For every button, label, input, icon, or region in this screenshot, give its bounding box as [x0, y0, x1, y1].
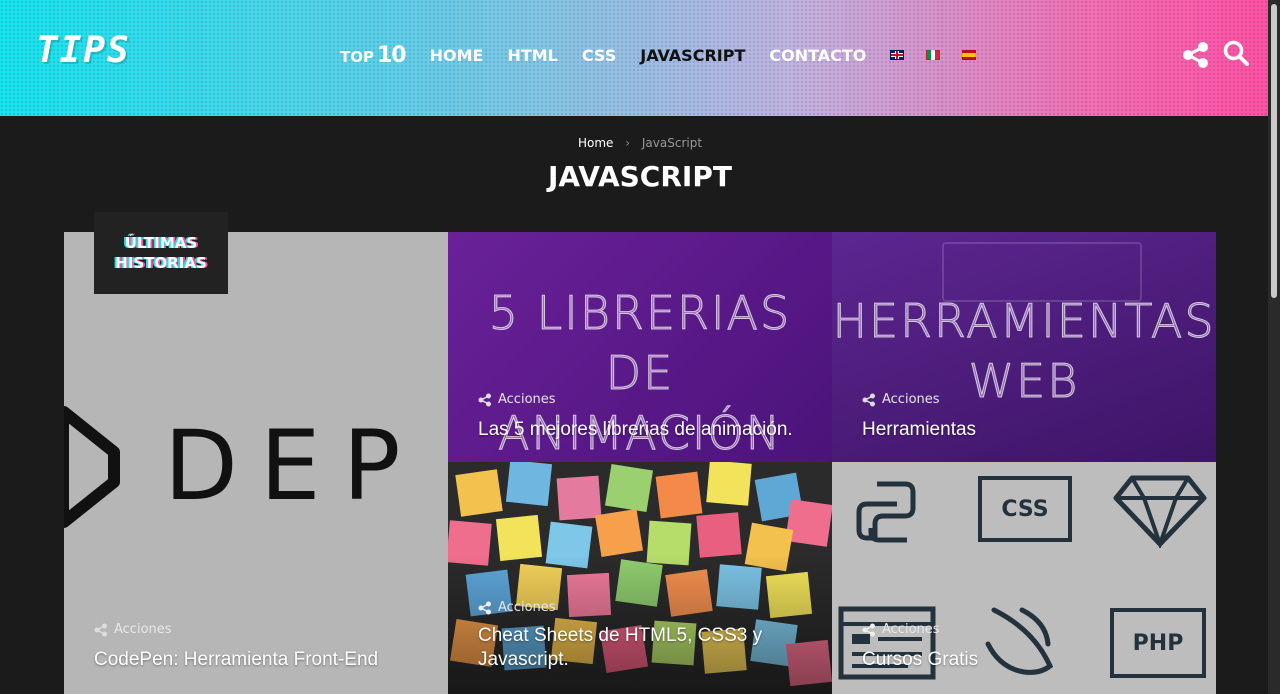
card-title[interactable]: CodePen: Herramienta Front-End — [94, 648, 418, 672]
posts-grid: DEP Acciones CodePen: Herramienta Front-… — [64, 232, 1216, 694]
share-icon — [862, 393, 875, 406]
share-icon[interactable] — [1181, 40, 1211, 70]
share-icon — [94, 623, 107, 636]
main-nav: TOP 10 HOME HTML CSS JAVASCRIPT CONTACTO — [340, 38, 998, 72]
post-card[interactable]: 5 LIBRERIAS DE ANIMACIÓN Acciones Las 5 … — [448, 232, 832, 462]
nav-item-home[interactable]: HOME — [430, 46, 484, 65]
post-card[interactable]: HERRAMIENTAS WEB Acciones Herramientas — [832, 232, 1216, 462]
nav-item-contacto[interactable]: CONTACTO — [769, 46, 866, 65]
python-icon — [856, 481, 916, 543]
post-card[interactable]: Acciones Cheat Sheets de HTML5, CSS3 y J… — [448, 462, 832, 694]
nav-item-top10[interactable]: TOP 10 — [340, 42, 407, 68]
nav-top-label: TOP — [340, 47, 374, 66]
card-meta-label: Acciones — [498, 600, 556, 615]
site-header: TIPS TOP 10 HOME HTML CSS JAVASCRIPT CON… — [0, 0, 1280, 116]
badge-line-1: ÚLTIMAS — [124, 233, 198, 252]
card-meta-label: Acciones — [882, 622, 940, 637]
card-meta: Acciones — [94, 622, 172, 637]
share-icon — [478, 601, 491, 614]
card-meta-label: Acciones — [498, 392, 556, 407]
site-logo[interactable]: TIPS — [36, 30, 131, 71]
es-flag-icon[interactable] — [962, 50, 977, 60]
breadcrumb-separator: › — [625, 136, 631, 150]
share-icon — [478, 393, 491, 406]
latest-stories-badge: ÚLTIMAS HISTORIAS — [94, 212, 228, 294]
card-meta: Acciones — [862, 392, 940, 407]
card-meta: Acciones — [478, 392, 556, 407]
scrollbar-thumb[interactable] — [1271, 4, 1277, 298]
en-flag-icon[interactable] — [890, 50, 905, 60]
card-title[interactable]: Herramientas — [862, 418, 1186, 442]
card-meta: Acciones — [862, 622, 940, 637]
css-icon: CSS — [978, 476, 1072, 542]
post-card[interactable]: CSS PHP Acciones Cursos Gratis — [832, 462, 1216, 694]
breadcrumb-current: JavaScript — [641, 136, 703, 150]
breadcrumb-home[interactable]: Home — [578, 136, 613, 150]
nav-top-number: 10 — [376, 42, 407, 68]
card-title[interactable]: Cursos Gratis — [862, 648, 1186, 672]
nav-item-html[interactable]: HTML — [507, 46, 557, 65]
page-title: JAVASCRIPT — [548, 160, 732, 193]
nav-item-css[interactable]: CSS — [582, 46, 616, 65]
card-meta-label: Acciones — [882, 392, 940, 407]
nav-item-javascript[interactable]: JAVASCRIPT — [640, 46, 745, 65]
card-title[interactable]: Las 5 mejores librerias de animación. — [478, 418, 802, 442]
card-meta-label: Acciones — [114, 622, 172, 637]
card-title[interactable]: Cheat Sheets de HTML5, CSS3 y Javascript… — [478, 624, 802, 672]
share-icon — [862, 623, 875, 636]
breadcrumb: Home › JavaScript — [0, 136, 1280, 150]
post-card[interactable]: DEP Acciones CodePen: Herramienta Front-… — [64, 232, 448, 694]
search-icon[interactable] — [1223, 40, 1253, 70]
badge-line-2: HISTORIAS — [115, 254, 207, 272]
it-flag-icon[interactable] — [926, 50, 941, 60]
card-meta: Acciones — [478, 600, 556, 615]
ruby-gem-icon — [1113, 475, 1207, 548]
page-scrollbar[interactable] — [1268, 0, 1280, 694]
card-image-text: DEP — [164, 410, 423, 522]
